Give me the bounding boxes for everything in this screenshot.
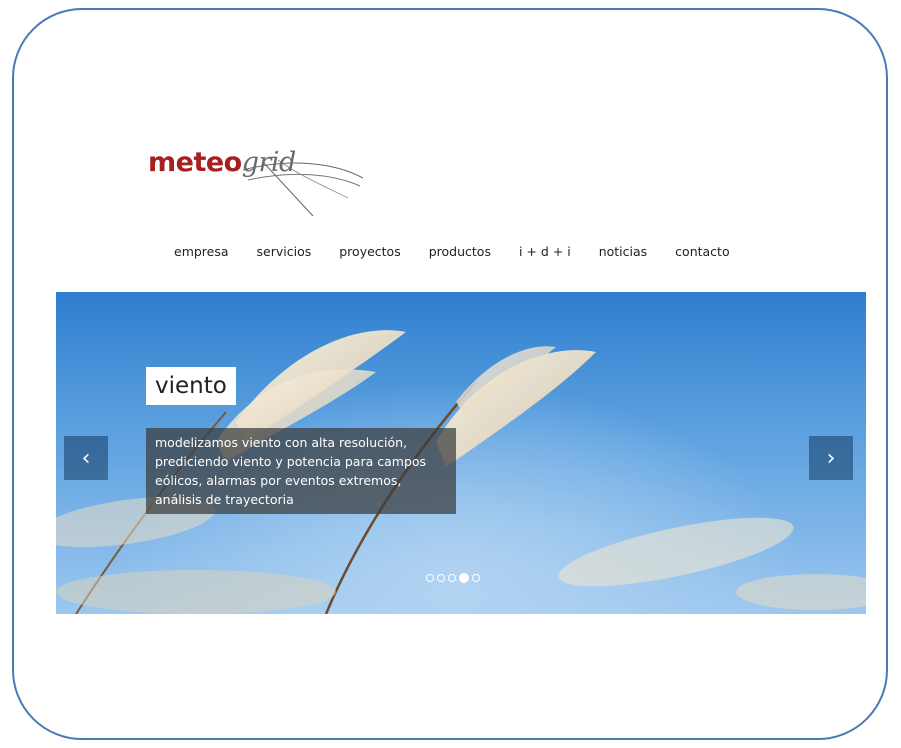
- chevron-left-icon: ‹: [81, 445, 91, 471]
- nav-item-productos[interactable]: productos: [429, 244, 491, 259]
- nav-item-idi[interactable]: i + d + i: [519, 244, 571, 259]
- logo-wordmark: meteogrid: [148, 146, 296, 180]
- nav-item-noticias[interactable]: noticias: [599, 244, 647, 259]
- slide-description: modelizamos viento con alta resolución, …: [146, 428, 456, 514]
- slider-dot-1[interactable]: [426, 574, 434, 582]
- slider-prev-button[interactable]: ‹: [64, 436, 108, 480]
- logo-part-grid: grid: [241, 147, 297, 178]
- hero-slider: viento modelizamos viento con alta resol…: [56, 292, 866, 614]
- nav-item-contacto[interactable]: contacto: [675, 244, 729, 259]
- nav-item-proyectos[interactable]: proyectos: [339, 244, 400, 259]
- slider-dot-4[interactable]: [459, 573, 469, 583]
- slider-pagination: [426, 573, 480, 583]
- meteogrid-logo[interactable]: meteogrid: [148, 140, 373, 220]
- main-nav: empresa servicios proyectos productos i …: [174, 244, 758, 259]
- chevron-right-icon: ›: [826, 445, 836, 471]
- slider-next-button[interactable]: ›: [809, 436, 853, 480]
- logo-part-meteo: meteo: [148, 147, 242, 178]
- slider-dot-5[interactable]: [472, 574, 480, 582]
- slider-dot-2[interactable]: [437, 574, 445, 582]
- nav-item-servicios[interactable]: servicios: [257, 244, 312, 259]
- nav-item-empresa[interactable]: empresa: [174, 244, 229, 259]
- slider-dot-3[interactable]: [448, 574, 456, 582]
- slide-title: viento: [146, 367, 236, 405]
